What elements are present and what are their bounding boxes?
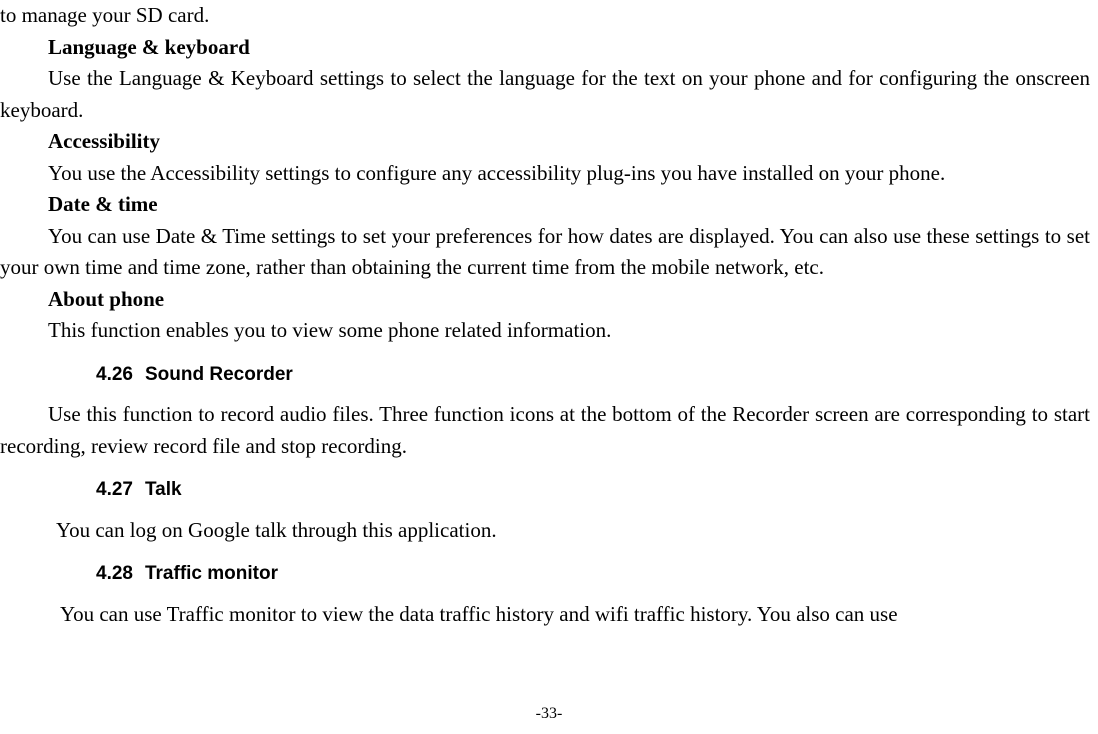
section-heading-traffic-monitor: 4.28 Traffic monitor (96, 560, 1090, 589)
page-number: -33- (0, 702, 1098, 726)
body-sound-recorder: Use this function to record audio files.… (0, 399, 1090, 462)
heading-language-keyboard: Language & keyboard (0, 32, 1090, 64)
section-num: 4.26 (96, 361, 133, 390)
body-about-phone: This function enables you to view some p… (0, 315, 1090, 347)
heading-accessibility: Accessibility (0, 126, 1090, 158)
section-num: 4.27 (96, 476, 133, 505)
body-accessibility: You use the Accessibility settings to co… (0, 158, 1090, 190)
section-title: Talk (145, 479, 182, 500)
body-date-time: You can use Date & Time settings to set … (0, 221, 1090, 284)
heading-date-time: Date & time (0, 189, 1090, 221)
section-heading-talk: 4.27 Talk (96, 476, 1090, 505)
section-heading-sound-recorder: 4.26 Sound Recorder (96, 361, 1090, 390)
section-num: 4.28 (96, 560, 133, 589)
section-title: Sound Recorder (145, 364, 293, 385)
document-page: to manage your SD card. Language & keybo… (0, 0, 1098, 734)
intro-fragment: to manage your SD card. (0, 0, 1090, 32)
body-language-keyboard: Use the Language & Keyboard settings to … (0, 63, 1090, 126)
body-talk: You can log on Google talk through this … (0, 515, 1090, 547)
body-traffic-monitor: You can use Traffic monitor to view the … (0, 599, 1090, 631)
heading-about-phone: About phone (0, 284, 1090, 316)
section-title: Traffic monitor (145, 563, 278, 584)
